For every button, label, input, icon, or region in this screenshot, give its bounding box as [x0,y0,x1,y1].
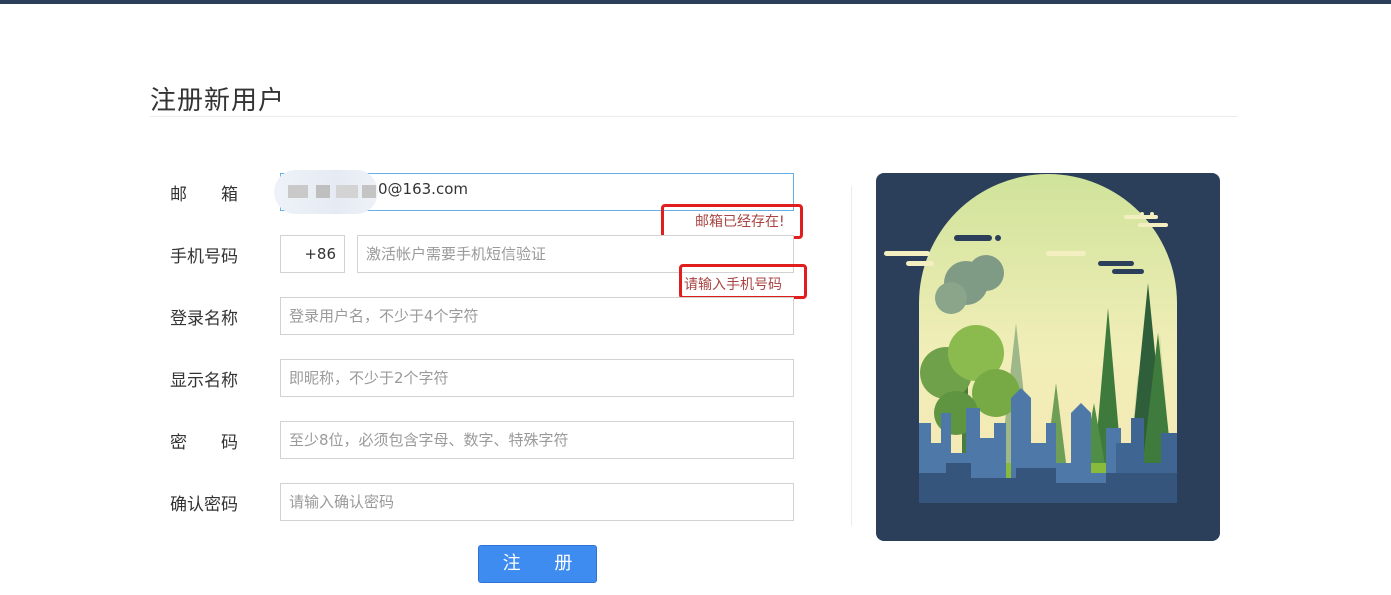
vertical-divider [851,186,852,526]
confirm-password-label: 确认密码 [170,495,238,515]
confirm-password-field[interactable]: 请输入确认密码 [280,483,794,521]
login-name-field[interactable]: 登录用户名，不少于4个字符 [280,297,794,335]
password-label: 密 码 [170,433,238,453]
phone-label: 手机号码 [170,247,238,267]
page-title: 注册新用户 [150,86,286,116]
email-redaction-block [316,185,330,198]
display-name-field[interactable]: 即昵称，不少于2个字符 [280,359,794,397]
email-redaction-block [288,185,308,198]
country-code-prefix[interactable]: +86 [280,235,345,273]
display-name-label: 显示名称 [170,371,238,391]
email-redaction-block [336,185,358,198]
login-name-label: 登录名称 [170,309,238,329]
forest-city-illustration [876,173,1220,541]
email-error-highlight [661,204,803,239]
email-redaction-block [362,185,376,198]
register-button[interactable]: 注 册 [478,545,597,583]
phone-error-highlight [679,264,807,299]
title-divider [150,116,1238,117]
email-value: 0@163.com [378,180,468,198]
top-bar [0,0,1391,4]
password-field[interactable]: 至少8位，必须包含字母、数字、特殊字符 [280,421,794,459]
email-label: 邮 箱 [170,185,238,205]
